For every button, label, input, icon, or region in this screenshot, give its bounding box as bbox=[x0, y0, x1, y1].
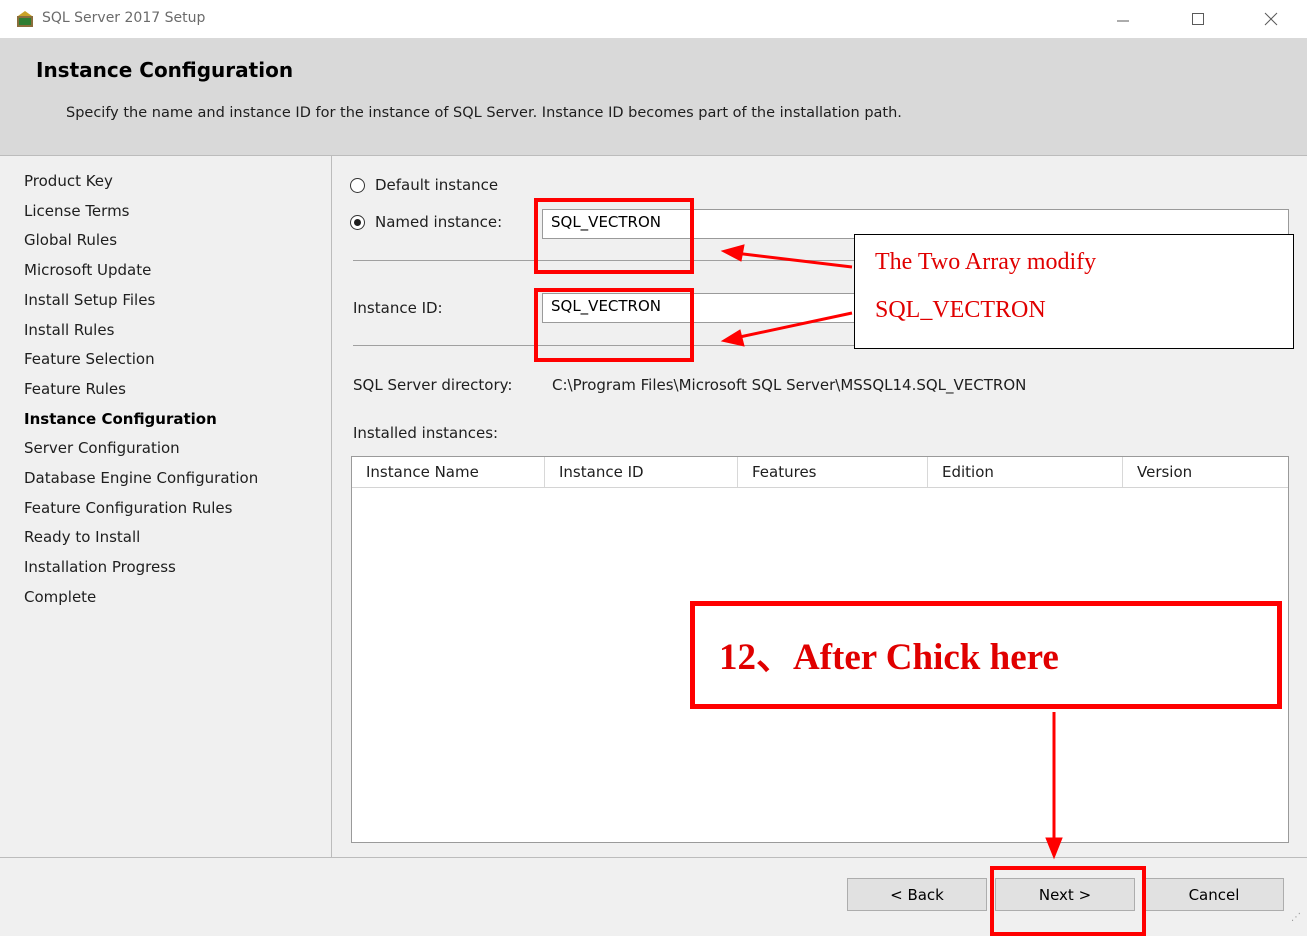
sidebar-item-feature-rules[interactable]: Feature Rules bbox=[24, 380, 126, 398]
annotation-note-line2: SQL_VECTRON bbox=[875, 297, 1046, 323]
step-callout: 12、After Chick here bbox=[690, 601, 1282, 709]
default-instance-option[interactable]: Default instance bbox=[350, 176, 498, 194]
named-instance-option[interactable]: Named instance: bbox=[350, 213, 502, 231]
maximize-icon bbox=[1192, 13, 1204, 25]
page-header: Instance Configuration Specify the name … bbox=[0, 38, 1307, 156]
maximize-button[interactable] bbox=[1175, 6, 1221, 32]
sidebar-item-installation-progress[interactable]: Installation Progress bbox=[24, 558, 176, 576]
annotation-note-line1: The Two Array modify bbox=[875, 249, 1097, 275]
window-title: SQL Server 2017 Setup bbox=[42, 10, 206, 26]
column-header-instance-name[interactable]: Instance Name bbox=[352, 457, 545, 487]
column-header-version[interactable]: Version bbox=[1123, 457, 1288, 487]
sidebar-item-global-rules[interactable]: Global Rules bbox=[24, 231, 117, 249]
next-button-highlight bbox=[990, 866, 1146, 936]
sidebar-item-install-rules[interactable]: Install Rules bbox=[24, 321, 114, 339]
column-header-edition[interactable]: Edition bbox=[928, 457, 1123, 487]
cancel-button[interactable]: Cancel bbox=[1144, 878, 1284, 911]
page-description: Specify the name and instance ID for the… bbox=[66, 105, 902, 121]
installed-instances-label: Installed instances: bbox=[353, 424, 499, 442]
sidebar-item-install-setup-files[interactable]: Install Setup Files bbox=[24, 291, 155, 309]
back-button[interactable]: < Back bbox=[847, 878, 987, 911]
resize-grip-icon[interactable]: ⋰ bbox=[1291, 912, 1301, 923]
sidebar-item-ready-to-install[interactable]: Ready to Install bbox=[24, 528, 140, 546]
sidebar-item-server-configuration[interactable]: Server Configuration bbox=[24, 439, 180, 457]
close-icon bbox=[1264, 12, 1278, 26]
column-header-features[interactable]: Features bbox=[738, 457, 928, 487]
sidebar-item-instance-configuration[interactable]: Instance Configuration bbox=[24, 410, 217, 428]
default-instance-label: Default instance bbox=[375, 176, 499, 194]
named-instance-radio[interactable] bbox=[350, 214, 365, 230]
table-header: Instance Name Instance ID Features Editi… bbox=[352, 457, 1288, 488]
sidebar-item-database-engine-configuration[interactable]: Database Engine Configuration bbox=[24, 469, 258, 487]
page-title: Instance Configuration bbox=[36, 58, 294, 82]
sidebar-item-feature-configuration-rules[interactable]: Feature Configuration Rules bbox=[24, 499, 232, 517]
named-instance-highlight bbox=[534, 198, 694, 274]
close-button[interactable] bbox=[1248, 6, 1294, 32]
window-titlebar: SQL Server 2017 Setup bbox=[0, 0, 1307, 38]
annotation-note: The Two Array modify SQL_VECTRON bbox=[854, 234, 1294, 349]
sql-setup-app-icon bbox=[17, 11, 33, 27]
column-header-instance-id[interactable]: Instance ID bbox=[545, 457, 738, 487]
instance-id-highlight bbox=[534, 288, 694, 362]
minimize-icon bbox=[1117, 20, 1129, 22]
wizard-steps-sidebar: Product Key License Terms Global Rules Micr… bbox=[0, 156, 332, 857]
minimize-button[interactable] bbox=[1100, 6, 1146, 32]
sql-directory-label: SQL Server directory: bbox=[353, 376, 513, 394]
sidebar-item-feature-selection[interactable]: Feature Selection bbox=[24, 350, 155, 368]
sidebar-item-complete[interactable]: Complete bbox=[24, 588, 96, 606]
default-instance-radio[interactable] bbox=[350, 177, 365, 193]
sidebar-item-license-terms[interactable]: License Terms bbox=[24, 202, 130, 220]
instance-id-label: Instance ID: bbox=[353, 299, 443, 317]
sidebar-item-microsoft-update[interactable]: Microsoft Update bbox=[24, 261, 151, 279]
step-callout-text: 12、After Chick here bbox=[719, 637, 1059, 678]
named-instance-label: Named instance: bbox=[375, 213, 503, 231]
sidebar-item-product-key[interactable]: Product Key bbox=[24, 172, 113, 190]
sql-directory-value: C:\Program Files\Microsoft SQL Server\MS… bbox=[552, 376, 1027, 394]
